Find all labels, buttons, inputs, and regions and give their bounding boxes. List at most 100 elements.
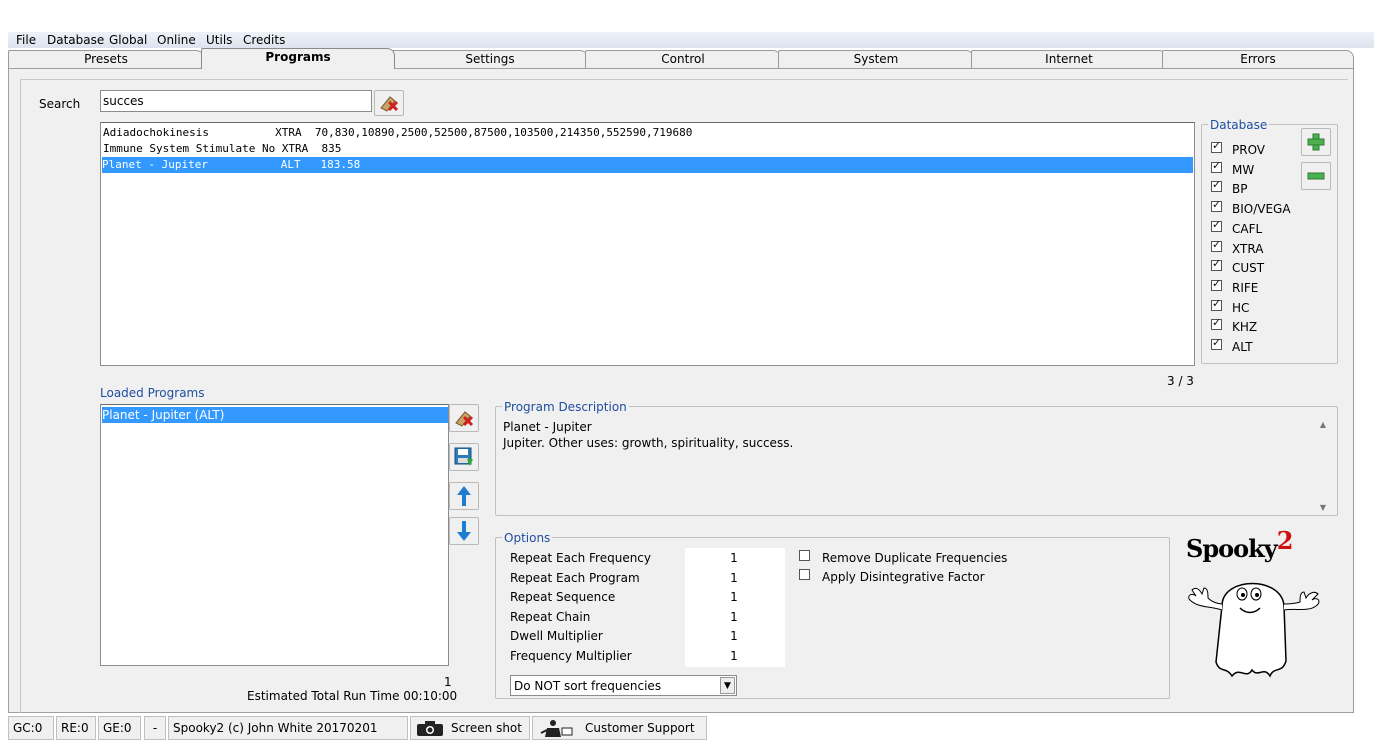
support-person-icon: [540, 720, 573, 737]
option-label: Repeat Chain: [510, 609, 591, 624]
customer-support-button[interactable]: Customer Support: [532, 716, 707, 740]
result-row[interactable]: Adiadochokinesis XTRA 70,830,10890,2500,…: [103, 125, 692, 141]
add-database-button[interactable]: [1301, 128, 1331, 156]
save-icon: [454, 447, 473, 466]
option-label: Repeat Sequence: [510, 590, 616, 605]
database-label: XTRA: [1232, 241, 1264, 256]
status-copyright: Spooky2 (c) John White 20170201: [168, 716, 408, 740]
save-loaded-button[interactable]: [449, 443, 479, 471]
database-checkbox-cafl[interactable]: [1211, 218, 1222, 232]
screen-shot-label: Screen shot: [451, 721, 522, 735]
menu-bar: File Database Global Online Utils Credit…: [8, 32, 1374, 48]
database-checkbox-bp[interactable]: [1211, 178, 1222, 193]
result-row[interactable]: Immune System Stimulate No XTRA 835: [103, 141, 341, 157]
sort-select-value: Do NOT sort frequencies: [514, 679, 662, 693]
eraser-icon: [380, 96, 399, 112]
eraser-icon: [455, 411, 474, 427]
loaded-programs-title: Loaded Programs: [100, 386, 205, 400]
database-checkbox-prov[interactable]: [1211, 139, 1222, 153]
remove-loaded-button[interactable]: [449, 404, 479, 432]
search-results-list[interactable]: Adiadochokinesis XTRA 70,830,10890,2500,…: [100, 122, 1195, 366]
menu-utils[interactable]: Utils: [206, 33, 232, 47]
program-description-title: Program Description: [502, 400, 629, 414]
sort-frequencies-select[interactable]: Do NOT sort frequencies ▼: [510, 675, 737, 696]
option-label: Repeat Each Program: [510, 570, 640, 585]
database-checkbox-bio-vega[interactable]: [1211, 198, 1222, 213]
tab-settings[interactable]: Settings: [392, 50, 588, 68]
database-checkbox-alt[interactable]: [1211, 336, 1222, 350]
database-label: PROV: [1232, 143, 1266, 157]
apply-disintegrative-checkbox[interactable]: [799, 569, 810, 580]
spooky2-logo: Spooky2: [1180, 526, 1330, 690]
arrow-down-icon: [457, 521, 471, 541]
database-label: BIO/VEGA: [1232, 202, 1291, 217]
move-up-button[interactable]: [449, 482, 479, 510]
scroll-up-icon[interactable]: ▲: [1316, 420, 1330, 429]
menu-online[interactable]: Online: [157, 33, 196, 47]
database-label: BP: [1232, 182, 1248, 197]
options-title: Options: [502, 531, 553, 545]
chevron-down-icon[interactable]: ▼: [720, 677, 735, 694]
database-label: CUST: [1232, 261, 1265, 276]
screen-shot-button[interactable]: Screen shot: [410, 716, 530, 740]
option-value-input[interactable]: 1: [685, 551, 783, 565]
option-label: Frequency Multiplier: [510, 649, 632, 663]
tab-errors[interactable]: Errors: [1162, 50, 1354, 68]
loaded-programs-list[interactable]: Planet - Jupiter (ALT): [100, 404, 449, 666]
option-value-input[interactable]: 1: [685, 629, 783, 643]
arrow-up-icon: [457, 486, 471, 506]
clear-search-button[interactable]: [374, 90, 404, 116]
remove-duplicates-checkbox[interactable]: [799, 550, 810, 561]
loaded-count: 1: [444, 675, 452, 689]
plus-icon: [1307, 133, 1325, 151]
loaded-program-item[interactable]: Planet - Jupiter (ALT): [102, 407, 448, 423]
status-gc: GC:0: [8, 716, 54, 740]
menu-global[interactable]: Global: [109, 33, 147, 47]
scroll-down-icon[interactable]: ▼: [1316, 503, 1330, 512]
menu-credits[interactable]: Credits: [243, 33, 285, 47]
database-checkbox-cust[interactable]: [1211, 257, 1222, 272]
apply-disintegrative-label: Apply Disintegrative Factor: [822, 570, 985, 584]
option-value-input[interactable]: 1: [685, 590, 783, 604]
description-line-1: Planet - Jupiter: [503, 420, 592, 434]
logo-text: Spooky2: [1186, 526, 1293, 563]
database-checkbox-khz[interactable]: [1211, 316, 1222, 331]
database-checkbox-hc[interactable]: [1211, 297, 1222, 311]
database-label: RIFE: [1232, 280, 1259, 295]
status-dash: -: [144, 716, 166, 740]
remove-database-button[interactable]: [1301, 162, 1331, 190]
option-value-input[interactable]: 1: [685, 610, 783, 624]
menu-file[interactable]: File: [16, 33, 36, 47]
status-re: RE:0: [56, 716, 96, 740]
move-down-button[interactable]: [449, 517, 479, 545]
program-description-group: [495, 406, 1338, 516]
customer-support-label: Customer Support: [585, 721, 695, 735]
search-input[interactable]: [100, 90, 372, 112]
database-checkbox-xtra[interactable]: [1211, 238, 1222, 252]
camera-icon: [417, 721, 443, 736]
tab-programs[interactable]: Programs: [201, 48, 395, 69]
tab-strip: Presets Programs Settings Control System…: [8, 48, 1354, 69]
tab-internet[interactable]: Internet: [971, 50, 1167, 68]
tab-presets[interactable]: Presets: [8, 50, 204, 68]
database-label: ALT: [1232, 340, 1253, 354]
description-line-2: Jupiter. Other uses: growth, spiritualit…: [503, 436, 794, 450]
estimated-run-time: Estimated Total Run Time 00:10:00: [247, 689, 458, 703]
database-label: MW: [1232, 162, 1255, 177]
option-label: Dwell Multiplier: [510, 629, 603, 644]
database-checkbox-rife[interactable]: [1211, 277, 1222, 291]
database-label: HC: [1232, 300, 1250, 315]
option-value-input[interactable]: 1: [685, 571, 783, 585]
option-value-input[interactable]: 1: [685, 649, 783, 663]
database-title: Database: [1208, 118, 1270, 132]
description-scrollbar[interactable]: ▲ ▼: [1316, 420, 1330, 512]
result-count: 3 / 3: [1167, 374, 1194, 388]
tab-control[interactable]: Control: [585, 50, 781, 68]
status-ge: GE:0: [98, 716, 141, 740]
tab-system[interactable]: System: [778, 50, 974, 68]
database-checkbox-mw[interactable]: [1211, 159, 1222, 173]
result-row-selected[interactable]: Planet - Jupiter ALT 183.58: [102, 157, 1193, 173]
menu-database[interactable]: Database: [47, 33, 104, 47]
ghost-icon: [1188, 582, 1320, 678]
search-label: Search: [39, 97, 81, 111]
